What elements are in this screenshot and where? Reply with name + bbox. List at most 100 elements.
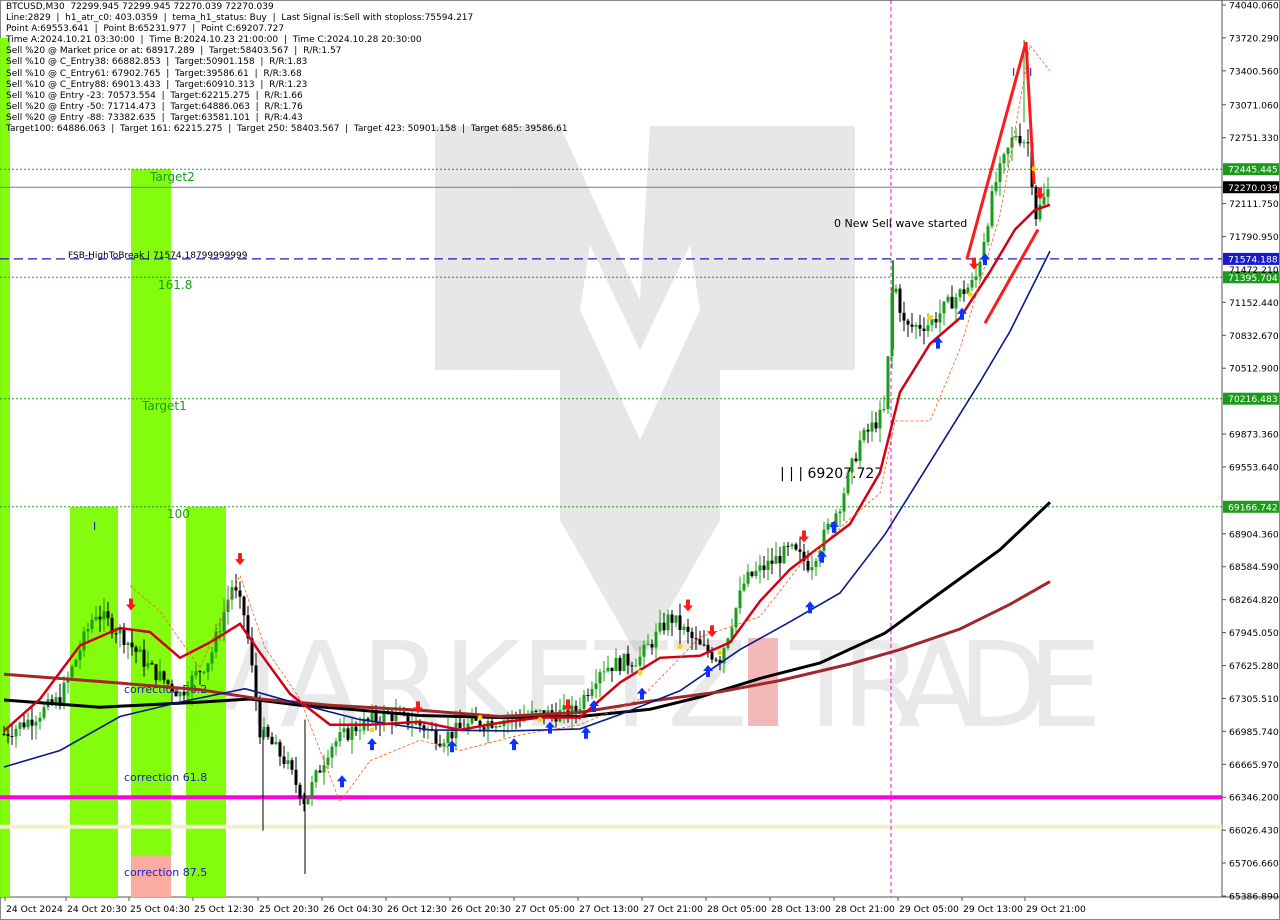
candle-body [914,324,918,327]
candle-body [626,653,630,666]
candle-body [798,549,802,552]
candle-body [142,649,146,667]
candle-body [674,615,678,623]
candle-body [18,722,22,729]
price-tick-label: 68264.820 [1229,595,1279,606]
candle-body [194,671,198,676]
time-tick-label: 26 Oct 04:30 [323,904,383,915]
time-tick-label: 25 Oct 04:30 [130,904,190,915]
label-fib-100: 100 [167,507,190,521]
candle-body [182,691,186,696]
candle-body [746,571,750,584]
candle-body [594,683,598,690]
price-tick-label: 73400.560 [1229,66,1279,77]
candle-body [590,689,594,697]
candle-body [1006,147,1010,155]
candle-body [458,722,462,729]
candle-body [38,717,42,722]
candle-body [886,356,890,410]
candle-body [742,583,746,591]
info-line: Point A:69553.641 | Point B:65231.977 | … [6,24,285,35]
candle-body [282,756,286,764]
candle-body [602,671,606,673]
signal-dot [717,650,723,656]
candle-body [130,642,134,648]
candle-body [106,611,110,619]
time-tick-label: 27 Oct 05:00 [515,904,575,915]
price-tick-label: 72111.750 [1229,199,1279,210]
candle-body [774,555,778,564]
candle-body [374,713,378,722]
candle-body [434,730,438,744]
signal-dot [677,643,683,649]
candle-body [1022,142,1026,144]
candle-body [910,324,914,327]
price-tick-label: 66985.740 [1229,727,1279,738]
price-tick-label: 68904.360 [1229,529,1279,540]
candle-body [638,656,642,666]
candle-body [94,616,98,620]
candle-body [202,671,206,673]
candle-body [882,409,886,411]
candle-body [918,324,922,329]
candle-body [778,555,782,564]
info-line: Time A:2024.10.21 03:30:00 | Time B:2024… [6,35,422,46]
candle-body [686,626,690,632]
candle-body [698,639,702,645]
candle-body [498,725,502,727]
signal-dot [967,291,973,297]
candle-body [922,328,926,332]
candle-body [938,313,942,323]
price-tick-label: 66346.200 [1229,793,1279,804]
price-tick-label: 70512.900 [1229,364,1279,375]
candle-body [78,650,82,660]
time-tick-label: 27 Oct 21:00 [643,904,703,915]
candle-body [98,616,102,620]
candle-body [342,728,346,733]
candle-body [866,429,870,432]
info-line: BTCUSD,M30 72299.945 72299.945 72270.039… [6,2,274,12]
price-tick-label: 71790.950 [1229,232,1279,243]
info-line: Target100: 64886.063 | Target 161: 62215… [6,124,568,135]
candle-body [714,659,718,661]
label-new-sell-wave: 0 New Sell wave started [834,217,967,230]
price-tag-label: 72270.039 [1228,183,1278,194]
candle-body [310,782,314,798]
signal-dot [637,669,643,675]
marker-a: I [93,520,96,533]
candle-body [34,721,38,726]
candle-body [534,710,538,712]
price-tick-label: 66026.430 [1229,826,1279,837]
candle-body [806,560,810,571]
candle-body [1034,187,1038,220]
candle-body [902,312,906,321]
candle-body [622,653,626,671]
time-tick-label: 28 Oct 21:00 [835,904,895,915]
info-line: Line:2829 | h1_atr_c0: 403.0359 | tema_h… [6,13,474,24]
price-tick-label: 69553.640 [1229,462,1279,473]
candle-body [610,667,614,672]
candle-body [586,694,590,697]
chart-info-panel: BTCUSD,M30 72299.945 72299.945 72270.039… [6,2,568,135]
candle-body [766,560,770,570]
candle-body [850,458,854,473]
price-tick-label: 65386.890 [1229,892,1279,903]
candle-body [690,631,694,639]
candle-body [846,472,850,494]
candle-body [330,746,334,758]
candle-body [258,700,262,738]
candle-body [618,657,622,671]
candle-body [870,422,874,432]
time-tick-label: 28 Oct 13:00 [771,904,831,915]
label-fib-161: 161.8 [158,278,192,292]
candle-body [350,726,354,740]
candle-body [962,289,966,294]
candle-body [1026,142,1030,144]
band-target100-a [70,506,118,897]
candle-body [942,301,946,314]
info-line: Sell %20 @ Entry -50: 71714.473 | Target… [6,101,303,112]
candle-body [314,770,318,783]
price-chart: MARKETZ TRADETarget2161.8Target1100correc… [0,0,1280,920]
price-tick-label: 67945.050 [1229,628,1279,639]
signal-dot [369,727,375,733]
